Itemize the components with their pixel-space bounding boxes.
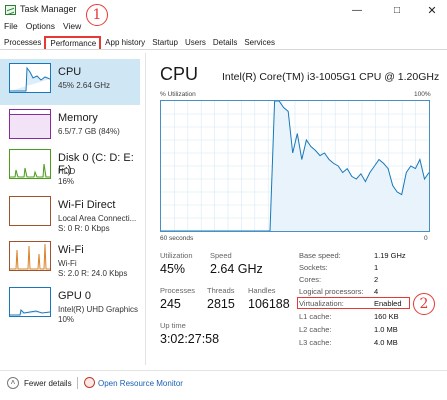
- handles-label: Handles: [248, 286, 276, 295]
- tab-bar: Processes Performance App history Startu…: [0, 36, 447, 50]
- resource-title: CPU: [58, 66, 82, 78]
- uptime-value: 3:02:27:58: [160, 332, 220, 346]
- spec-label: Cores:: [299, 275, 322, 284]
- graph-x-min-label: 0: [424, 235, 428, 242]
- menu-view[interactable]: View: [59, 20, 85, 33]
- resource-wifi[interactable]: Wi-Fi Wi-Fi S: 2.0 R: 24.0 Kbps: [0, 237, 140, 283]
- spec-value: 2: [374, 275, 379, 284]
- speed-label: Speed: [210, 251, 232, 260]
- cpu-utilization-graph: [160, 100, 430, 232]
- graph-x-label: 60 seconds: [160, 235, 194, 242]
- graph-y-max-label: 100%: [414, 91, 431, 98]
- resource-title: Wi-Fi: [58, 244, 84, 256]
- spec-value: 1.19 GHz: [374, 251, 406, 260]
- tab-users[interactable]: Users: [181, 36, 209, 49]
- cpu-thumbnail-graph: [9, 63, 51, 93]
- minimize-button[interactable]: —: [340, 0, 374, 20]
- virtualization-value: Enabled: [374, 299, 402, 308]
- resource-subtitle: 6.5/7.7 GB (84%): [58, 127, 120, 136]
- tab-services[interactable]: Services: [240, 36, 278, 49]
- spec-value: 160 KB: [374, 312, 399, 321]
- spec-value: 4: [374, 287, 379, 296]
- footer: ˄ Fewer details Open Resource Monitor: [0, 370, 447, 400]
- resource-subtitle: S: 2.0 R: 24.0 Kbps: [58, 269, 128, 278]
- speed-value: 2.64 GHz: [210, 262, 263, 276]
- disk-thumbnail-graph: [9, 149, 51, 179]
- spec-label: L3 cache:: [299, 338, 332, 347]
- graph-y-label: % Utilization: [160, 91, 196, 98]
- wifi-thumbnail-graph: [9, 241, 51, 271]
- threads-value: 2815: [207, 297, 235, 311]
- cpu-model-name: Intel(R) Core(TM) i3-1005G1 CPU @ 1.20GH…: [222, 71, 440, 83]
- resource-gpu[interactable]: GPU 0 Intel(R) UHD Graphics 10%: [0, 283, 140, 329]
- processes-value: 245: [160, 297, 181, 311]
- resource-subtitle: Wi-Fi: [58, 259, 77, 268]
- resource-subtitle: 16%: [58, 177, 75, 186]
- resource-title: GPU 0: [58, 290, 92, 302]
- menu-options[interactable]: Options: [22, 20, 59, 33]
- window-title: Task Manager: [20, 4, 77, 14]
- resource-list: CPU 45% 2.64 GHz Memory 6.5/7.7 GB (84%)…: [0, 53, 146, 365]
- spec-label: Base speed:: [299, 251, 341, 260]
- utilization-value: 45%: [160, 262, 186, 276]
- resource-subtitle: Local Area Connecti...: [58, 214, 137, 223]
- spec-label: L2 cache:: [299, 325, 332, 334]
- utilization-label: Utilization: [160, 251, 193, 260]
- annotation-marker-1: 1: [86, 4, 108, 26]
- resource-subtitle: 10%: [58, 315, 75, 324]
- handles-value: 106188: [248, 297, 290, 311]
- tab-startup[interactable]: Startup: [148, 36, 181, 49]
- spec-label: L1 cache:: [299, 312, 332, 321]
- menu-bar: File Options View: [0, 20, 85, 33]
- resource-subtitle: S: 0 R: 0 Kbps: [58, 224, 110, 233]
- tab-performance[interactable]: Performance: [44, 36, 102, 49]
- spec-label: Sockets:: [299, 263, 328, 272]
- spec-value: 1: [374, 263, 379, 272]
- resource-subtitle: HDD: [58, 167, 76, 176]
- footer-divider: [77, 377, 78, 389]
- gpu-thumbnail-graph: [9, 287, 51, 317]
- cpu-utilization-chart: [161, 100, 430, 232]
- title-bar: Task Manager — □ ✕: [0, 0, 447, 20]
- annotation-marker-2: 2: [413, 293, 435, 315]
- spec-value: 1.0 MB: [374, 325, 398, 334]
- uptime-label: Up time: [160, 321, 186, 330]
- menu-file[interactable]: File: [0, 20, 22, 33]
- processes-label: Processes: [160, 286, 196, 295]
- maximize-button[interactable]: □: [380, 0, 414, 20]
- wifi-direct-thumbnail-graph: [9, 196, 51, 226]
- tab-processes[interactable]: Processes: [0, 36, 44, 49]
- resource-wifi-direct[interactable]: Wi-Fi Direct Local Area Connecti... S: 0…: [0, 192, 140, 238]
- open-resource-monitor-link[interactable]: Open Resource Monitor: [98, 379, 183, 388]
- tab-details[interactable]: Details: [209, 36, 240, 49]
- close-button[interactable]: ✕: [415, 0, 447, 20]
- chevron-up-icon[interactable]: ˄: [7, 377, 19, 389]
- resource-disk[interactable]: Disk 0 (C: D: E: F:) HDD 16%: [0, 145, 140, 191]
- resource-title: Wi-Fi Direct: [58, 199, 116, 211]
- task-manager-icon: [5, 5, 16, 15]
- threads-label: Threads: [207, 286, 235, 295]
- virtualization-label: Virtualization:: [299, 299, 344, 308]
- memory-thumbnail-graph: [9, 109, 51, 139]
- resource-cpu[interactable]: CPU 45% 2.64 GHz: [0, 59, 140, 105]
- resource-subtitle: Intel(R) UHD Graphics: [58, 305, 139, 314]
- spec-value: 4.0 MB: [374, 338, 398, 347]
- resource-monitor-icon: [84, 377, 95, 388]
- tab-app-history[interactable]: App history: [101, 36, 148, 49]
- spec-label: Logical processors:: [299, 287, 364, 296]
- fewer-details-link[interactable]: Fewer details: [24, 379, 72, 388]
- resource-subtitle: 45% 2.64 GHz: [58, 81, 111, 90]
- page-title: CPU: [160, 64, 199, 84]
- resource-title: Memory: [58, 112, 98, 124]
